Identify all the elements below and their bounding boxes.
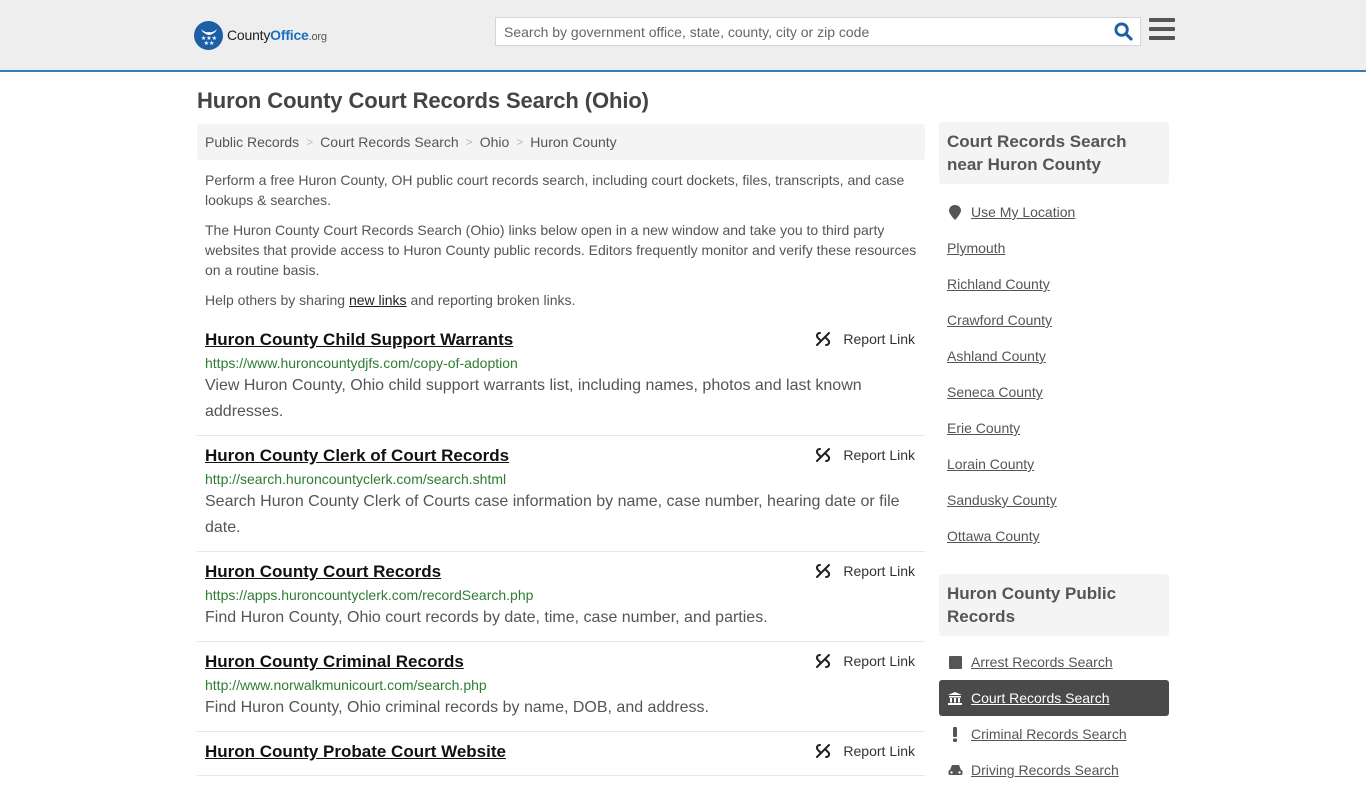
nearby-item[interactable]: Plymouth xyxy=(939,230,1169,266)
public-records-link[interactable]: Court Records Search xyxy=(971,690,1110,706)
search-button[interactable] xyxy=(1106,18,1140,45)
nearby-item[interactable]: Lorain County xyxy=(939,446,1169,482)
result-description: Search Huron County Clerk of Courts case… xyxy=(205,493,900,536)
report-link-button[interactable]: Report Link xyxy=(815,563,915,579)
nearby-link[interactable]: Ashland County xyxy=(947,348,1046,364)
site-header: ★★★ ★★ CountyOffice.org xyxy=(0,0,1366,72)
breadcrumb: Public Records > Court Records Search > … xyxy=(197,124,925,160)
nearby-link[interactable]: Seneca County xyxy=(947,384,1043,400)
results-list: Huron County Child Support Warrants Repo… xyxy=(197,320,925,776)
result-title-link[interactable]: Huron County Clerk of Court Records xyxy=(205,444,509,468)
nearby-link[interactable]: Ottawa County xyxy=(947,528,1040,544)
breadcrumb-separator: > xyxy=(306,135,314,149)
page-title: Huron County Court Records Search (Ohio) xyxy=(197,88,649,113)
intro-paragraph: Help others by sharing new links and rep… xyxy=(205,292,576,308)
result-url: https://apps.huroncountyclerk.com/record… xyxy=(205,587,534,603)
eagle-stars-logo-icon: ★★★ ★★ xyxy=(194,20,223,50)
nearby-item[interactable]: Seneca County xyxy=(939,374,1169,410)
report-link-label: Report Link xyxy=(843,563,915,579)
nearby-link[interactable]: Crawford County xyxy=(947,312,1052,328)
result-title-link[interactable]: Huron County Criminal Records xyxy=(205,650,464,674)
report-link-label: Report Link xyxy=(843,653,915,669)
nearby-link[interactable]: Richland County xyxy=(947,276,1050,292)
public-records-heading: Huron County Public Records xyxy=(939,574,1169,636)
public-records-link[interactable]: Driving Records Search xyxy=(971,762,1119,778)
search-bar xyxy=(495,17,1141,46)
report-link-label: Report Link xyxy=(843,331,915,347)
result-description: Find Huron County, Ohio criminal records… xyxy=(205,699,709,716)
logo-wordmark: CountyOffice.org xyxy=(227,27,327,43)
result-item: Huron County Court Records Report Link h… xyxy=(197,552,925,642)
use-my-location-item[interactable]: Use My Location xyxy=(939,194,1169,230)
breadcrumb-public-records[interactable]: Public Records xyxy=(205,134,299,150)
exclamation-icon xyxy=(947,726,963,742)
breadcrumb-court-records-search[interactable]: Court Records Search xyxy=(320,134,459,150)
nearby-heading: Court Records Search near Huron County xyxy=(939,122,1169,184)
report-link-button[interactable]: Report Link xyxy=(815,447,915,463)
nearby-item[interactable]: Ottawa County xyxy=(939,518,1169,554)
result-title-link[interactable]: Huron County Probate Court Website xyxy=(205,740,506,764)
result-description: Find Huron County, Ohio court records by… xyxy=(205,609,768,626)
nearby-list: Use My Location Plymouth Richland County C… xyxy=(939,194,1169,554)
nearby-link[interactable]: Plymouth xyxy=(947,240,1005,256)
intro-paragraph: Perform a free Huron County, OH public c… xyxy=(205,172,905,208)
nearby-item[interactable]: Richland County xyxy=(939,266,1169,302)
public-records-item[interactable]: Driving Records Search xyxy=(939,752,1169,788)
nearby-link[interactable]: Erie County xyxy=(947,420,1020,436)
use-my-location-link[interactable]: Use My Location xyxy=(971,204,1075,220)
broken-link-icon xyxy=(816,654,831,668)
nearby-link[interactable]: Lorain County xyxy=(947,456,1034,472)
nearby-item[interactable]: Erie County xyxy=(939,410,1169,446)
new-links-link[interactable]: new links xyxy=(349,292,407,308)
breadcrumb-ohio[interactable]: Ohio xyxy=(480,134,510,150)
result-url: http://search.huroncountyclerk.com/searc… xyxy=(205,471,507,487)
public-records-item[interactable]: Arrest Records Search xyxy=(939,644,1169,680)
intro-text: Perform a free Huron County, OH public c… xyxy=(205,170,921,320)
result-description: View Huron County, Ohio child support wa… xyxy=(205,377,862,420)
result-title-link[interactable]: Huron County Child Support Warrants xyxy=(205,328,513,352)
hamburger-menu-icon[interactable] xyxy=(1149,18,1175,42)
result-item: Huron County Criminal Records Report Lin… xyxy=(197,642,925,732)
result-url: https://www.huroncountydjfs.com/copy-of-… xyxy=(205,355,518,371)
car-icon xyxy=(947,764,963,777)
broken-link-icon xyxy=(816,564,831,578)
nearby-item[interactable]: Crawford County xyxy=(939,302,1169,338)
public-records-item[interactable]: Criminal Records Search xyxy=(939,716,1169,752)
result-title-link[interactable]: Huron County Court Records xyxy=(205,560,441,584)
report-link-label: Report Link xyxy=(843,447,915,463)
result-item: Huron County Probate Court Website Repor… xyxy=(197,732,925,776)
broken-link-icon xyxy=(816,744,831,758)
nearby-item[interactable]: Ashland County xyxy=(939,338,1169,374)
report-link-label: Report Link xyxy=(843,743,915,759)
broken-link-icon xyxy=(816,448,831,462)
report-link-button[interactable]: Report Link xyxy=(815,743,915,759)
public-records-list: Arrest Records Search Court Records Searc… xyxy=(939,644,1169,788)
square-icon xyxy=(947,655,963,669)
breadcrumb-huron-county[interactable]: Huron County xyxy=(530,134,616,150)
public-records-link[interactable]: Arrest Records Search xyxy=(971,654,1113,670)
broken-link-icon xyxy=(816,332,831,346)
breadcrumb-separator: > xyxy=(465,135,473,149)
search-icon xyxy=(1113,22,1133,41)
search-input[interactable] xyxy=(496,18,1106,45)
public-records-item[interactable]: Court Records Search xyxy=(939,680,1169,716)
nearby-item[interactable]: Sandusky County xyxy=(939,482,1169,518)
breadcrumb-separator: > xyxy=(516,135,524,149)
result-url: http://www.norwalkmunicourt.com/search.p… xyxy=(205,677,487,693)
sidebar: Court Records Search near Huron County U… xyxy=(939,122,1169,788)
courthouse-icon xyxy=(947,691,963,705)
site-logo[interactable]: ★★★ ★★ CountyOffice.org xyxy=(194,20,327,50)
public-records-link[interactable]: Criminal Records Search xyxy=(971,726,1127,742)
intro-paragraph: The Huron County Court Records Search (O… xyxy=(205,222,917,278)
report-link-button[interactable]: Report Link xyxy=(815,331,915,347)
result-item: Huron County Clerk of Court Records Repo… xyxy=(197,436,925,552)
report-link-button[interactable]: Report Link xyxy=(815,653,915,669)
svg-text:★★: ★★ xyxy=(203,40,214,46)
nearby-link[interactable]: Sandusky County xyxy=(947,492,1057,508)
map-pin-icon xyxy=(947,204,963,220)
result-item: Huron County Child Support Warrants Repo… xyxy=(197,320,925,436)
